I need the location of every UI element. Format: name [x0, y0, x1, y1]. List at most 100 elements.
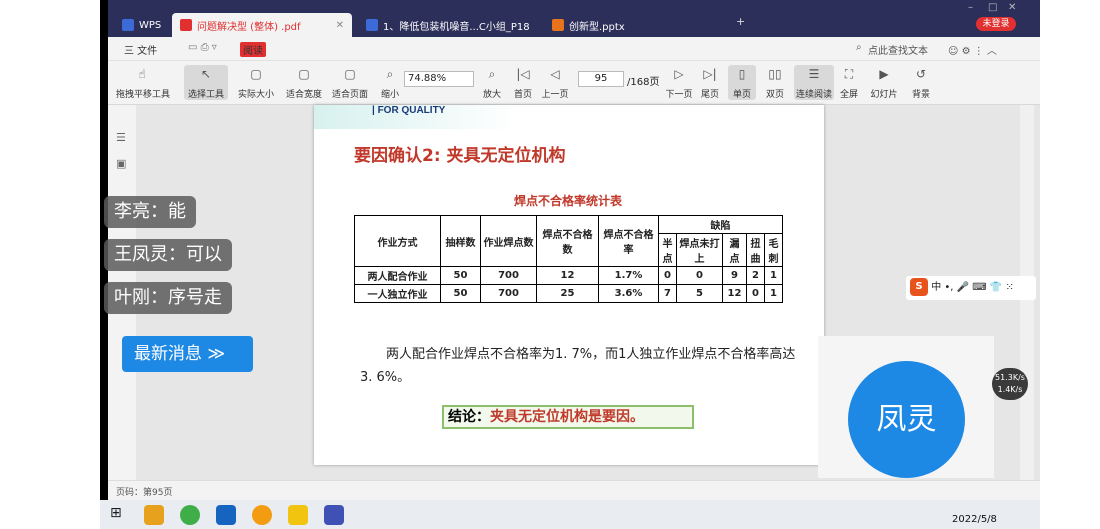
search-text-link[interactable]: 点此查找文本	[868, 42, 928, 57]
header-cell: 焊点不合格数	[536, 215, 599, 267]
right-margin	[1040, 0, 1100, 529]
slideshow-icon: ▶	[879, 67, 889, 81]
app-icon[interactable]	[252, 505, 272, 525]
network-speed-widget: 51.3K/s 1.4K/s	[992, 368, 1028, 400]
last-page-button[interactable]: ▷| 尾页	[698, 65, 722, 100]
toolbar: ☝ 拖拽平移工具 ↖ 选择工具 ▢ 实际大小 ▢ 适合宽度 ▢ 适合页面 ⌕ 缩小 74.8…	[108, 61, 1040, 105]
taskbar: ⊞ 2022/5/8	[100, 500, 1040, 529]
summary-paragraph: 两人配合作业焊点不合格率为1. 7%，而1人独立作业焊点不合格率高达3. 6%。	[360, 347, 796, 385]
header-cell: 作业焊点数	[480, 215, 537, 267]
thumbnail-icon[interactable]: ▣	[116, 157, 126, 170]
browser-icon[interactable]	[180, 505, 200, 525]
actual-size-button[interactable]: ▢ 实际大小	[236, 65, 276, 100]
read-mode-badge[interactable]: 阅读	[240, 42, 266, 57]
single-page-icon: ▯	[738, 67, 746, 81]
search-icon[interactable]: ⌕	[856, 42, 862, 53]
tab-pdf[interactable]: 问题解决型 (整体) .pdf ✕	[172, 13, 352, 37]
maximize-icon[interactable]: □	[988, 2, 997, 13]
sogou-icon: S	[910, 278, 928, 296]
ime-toolbar[interactable]: S 中 •, 🎤 ⌨ 👕 ⁙	[906, 276, 1036, 300]
pan-tool[interactable]: ☝ 拖拽平移工具	[116, 65, 170, 100]
windows-start-icon[interactable]: ⊞	[110, 505, 130, 525]
shield-icon[interactable]	[324, 505, 344, 525]
slide-title: 要因确认2: 夹具无定位机构	[354, 146, 566, 166]
zoom-in-button[interactable]: ⌕ 放大	[480, 65, 504, 100]
outline-icon[interactable]: ☰	[116, 131, 126, 144]
fullscreen-icon: ⛶	[844, 67, 854, 81]
defect-header: 漏点	[722, 233, 747, 267]
pdf-page: | FOR QUALITY 要因确认2: 夹具无定位机构 焊点不合格率统计表 作…	[314, 105, 824, 465]
status-bar: 页码：第95页	[108, 480, 1040, 500]
continuous-read-button[interactable]: ☰ 连续阅读	[794, 65, 834, 100]
wps-logo-icon	[122, 19, 134, 31]
tab-wps-home[interactable]: WPS	[114, 13, 172, 37]
settings-icon[interactable]: ☺ ⚙ ⋮ ︿	[948, 42, 997, 57]
avatar: 凤灵	[848, 361, 965, 478]
slide-banner: | FOR QUALITY	[314, 105, 824, 129]
last-page-icon: ▷|	[703, 67, 717, 81]
page-status: 页码：第95页	[116, 488, 173, 498]
word-icon	[366, 19, 378, 31]
prev-icon: ◁	[550, 67, 560, 81]
defect-header: 焊点未打上	[676, 233, 723, 267]
zoom-in-icon: ⌕	[488, 67, 496, 81]
slideshow-button[interactable]: ▶ 幻灯片	[868, 65, 900, 100]
media-app-icon[interactable]	[216, 505, 236, 525]
left-margin	[0, 0, 100, 529]
stats-table: 作业方式 抽样数 作业焊点数 焊点不合格数 焊点不合格率 缺陷 半点 焊点未打上…	[354, 215, 783, 303]
taskbar-clock: 2022/5/8	[952, 514, 997, 525]
table-row: 两人配合作业 50 700 12 1.7% 0 0 9 2 1	[354, 266, 783, 285]
double-page-button[interactable]: ▯▯ 双页	[760, 65, 790, 100]
ime-label: 中 •, 🎤 ⌨ 👕 ⁙	[931, 282, 1014, 293]
header-cell: 缺陷	[658, 215, 783, 234]
latest-messages-button[interactable]: 最新消息 ≫	[122, 336, 253, 372]
fit-width-button[interactable]: ▢ 适合宽度	[282, 65, 326, 100]
prev-page-button[interactable]: ◁ 上一页	[540, 65, 570, 100]
chat-message: 叶刚：序号走	[104, 282, 232, 314]
login-button[interactable]: 未登录	[976, 17, 1016, 31]
title-bar: WPS 问题解决型 (整体) .pdf ✕ 1、降低包装机噪音...C小组_P1…	[108, 0, 1040, 37]
page-input[interactable]: 95	[578, 71, 624, 87]
pdf-icon	[180, 19, 192, 31]
cursor-icon: ↖	[200, 67, 212, 81]
defect-header: 扭曲	[746, 233, 765, 267]
hand-icon: ☝	[138, 67, 146, 81]
banner-text: | FOR QUALITY	[372, 105, 446, 116]
background-icon: ↺	[915, 67, 927, 81]
background-button[interactable]: ↺ 背景	[906, 65, 936, 100]
chat-message: 李亮：能	[104, 196, 196, 228]
continuous-icon: ☰	[808, 67, 820, 81]
tab-docx[interactable]: 1、降低包装机噪音...C小组_P18	[358, 13, 538, 37]
zoom-out-button[interactable]: ⌕ 缩小	[378, 65, 402, 100]
folder-icon[interactable]	[288, 505, 308, 525]
fit-page-button[interactable]: ▢ 适合页面	[330, 65, 370, 100]
conclusion-box: 结论：夹具无定位机构是要因。	[442, 405, 694, 429]
quick-access-icons[interactable]: ▭ ⎙ ▿	[188, 42, 217, 53]
conclusion-label: 结论：	[448, 409, 490, 425]
select-tool[interactable]: ↖ 选择工具	[184, 65, 228, 100]
close-window-icon[interactable]: ✕	[1008, 2, 1016, 13]
tab-pptx[interactable]: 创新型.pptx	[544, 13, 724, 37]
first-page-button[interactable]: |◁ 首页	[510, 65, 536, 100]
ppt-icon	[552, 19, 564, 31]
close-icon[interactable]: ✕	[336, 20, 344, 31]
tab-label: WPS	[139, 19, 162, 31]
conclusion-value: 夹具无定位机构是要因。	[490, 409, 644, 425]
file-menu[interactable]: 三 文件	[124, 42, 157, 57]
first-page-icon: |◁	[516, 67, 530, 81]
table-title: 焊点不合格率统计表	[514, 194, 623, 208]
next-page-button[interactable]: ▷ 下一页	[662, 65, 696, 100]
single-page-button[interactable]: ▯ 单页	[728, 65, 756, 100]
next-icon: ▷	[674, 67, 684, 81]
zoom-select[interactable]: 74.88%	[404, 71, 474, 87]
table-row: 一人独立作业 50 700 25 3.6% 7 5 12 0 1	[354, 284, 783, 303]
search-icon[interactable]	[144, 505, 164, 525]
page-total: /168页	[627, 77, 660, 88]
chat-message: 王凤灵：可以	[104, 239, 232, 271]
header-cell: 焊点不合格率	[598, 215, 659, 267]
tab-label: 1、降低包装机噪音...C小组_P18	[383, 21, 530, 33]
defect-header: 毛刺	[764, 233, 783, 267]
fullscreen-button[interactable]: ⛶ 全屏	[838, 65, 860, 100]
minimize-icon[interactable]: –	[968, 2, 973, 13]
new-tab-icon[interactable]: +	[736, 15, 745, 28]
